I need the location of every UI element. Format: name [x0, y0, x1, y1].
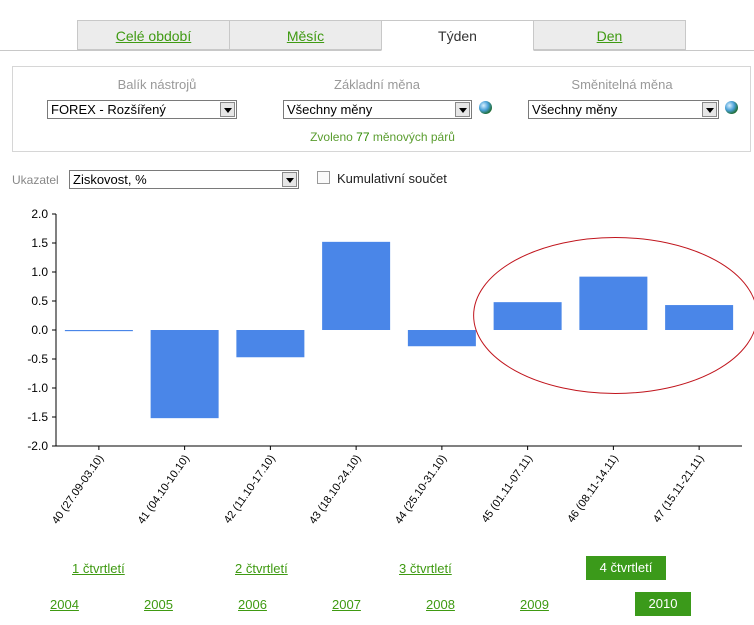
globe-icon[interactable]: [725, 101, 738, 114]
base-currency-select[interactable]: Všechny měny: [283, 100, 472, 119]
indicator-select[interactable]: Ziskovost, %: [69, 170, 299, 189]
x-tick-label: 47 (15.11-21.11): [651, 453, 707, 525]
indicator-select-value: Ziskovost, %: [73, 172, 147, 187]
bar: [579, 276, 648, 330]
base-currency-select-value: Všechny měny: [287, 102, 373, 117]
tabs-divider: [0, 50, 754, 51]
y-tick-label: 0.0: [31, 323, 48, 337]
y-tick-label: 0.5: [31, 294, 48, 308]
indicator-label: Ukazatel: [12, 173, 59, 187]
bar: [236, 330, 305, 358]
quarter-1-link[interactable]: 1 čtvrtletí: [72, 561, 125, 576]
quarter-4-link[interactable]: 4 čtvrtletí: [586, 556, 666, 580]
selected-count: 77: [356, 130, 370, 144]
toolkit-label: Balík nástrojů: [117, 77, 197, 92]
y-tick-label: 2.0: [31, 207, 48, 221]
bar: [665, 305, 734, 330]
x-tick-label: 40 (27.09-03.10): [50, 453, 106, 527]
quarter-2-link[interactable]: 2 čtvrtletí: [235, 561, 288, 576]
profitability-bar-chart: 2.0 1.5 1.0 0.5 0.0 -0.5 -1.0 -1.5 -2.040 (27.09…: [27, 207, 754, 527]
year-2004-link[interactable]: 2004: [50, 597, 79, 612]
x-tick-label: 42 (11.10-17.10): [222, 453, 278, 526]
bar: [150, 330, 219, 419]
cumulative-checkbox[interactable]: [317, 171, 330, 184]
tab-month[interactable]: Měsíc: [229, 20, 382, 50]
x-tick-label: 45 (01.11-07.11): [480, 453, 536, 525]
tab-week[interactable]: Týden: [381, 20, 534, 51]
chevron-down-icon[interactable]: [282, 172, 297, 187]
x-tick-label: 43 (18.10-24.10): [307, 453, 363, 527]
year-2005-link[interactable]: 2005: [144, 597, 173, 612]
toolkit-select-value: FOREX - Rozšířený: [51, 102, 166, 117]
chevron-down-icon[interactable]: [220, 102, 235, 117]
base-currency-label: Základní měna: [334, 77, 420, 92]
bar: [64, 330, 133, 332]
quote-currency-label: Směnitelná měna: [571, 77, 673, 92]
year-2009-link[interactable]: 2009: [520, 597, 549, 612]
y-tick-label: 1.5: [31, 236, 48, 250]
year-2006-link[interactable]: 2006: [238, 597, 267, 612]
selected-suffix: měnových párů: [372, 130, 455, 144]
y-tick-label: -1.5: [27, 410, 48, 424]
tab-day[interactable]: Den: [533, 20, 686, 50]
y-tick-label: -0.5: [27, 352, 48, 366]
filter-panel: Balík nástrojů FOREX - Rozšířený Základn…: [12, 66, 751, 152]
quote-currency-select[interactable]: Všechny měny: [528, 100, 719, 119]
y-tick-label: 1.0: [31, 265, 48, 279]
period-tabs: Celé období Měsíc Týden Den: [0, 20, 754, 51]
x-tick-label: 46 (08.11-14.11): [565, 453, 621, 525]
bar: [493, 302, 562, 330]
tab-whole-period[interactable]: Celé období: [77, 20, 230, 50]
x-tick-label: 44 (25.10-31.10): [393, 453, 449, 527]
selected-prefix: Zvoleno: [310, 130, 353, 144]
chevron-down-icon[interactable]: [455, 102, 470, 117]
x-tick-label: 41 (04.10-10.10): [136, 453, 192, 527]
selected-pairs-info: Zvoleno 77 měnových párů: [13, 130, 752, 144]
chevron-down-icon[interactable]: [702, 102, 717, 117]
bar: [407, 330, 476, 347]
globe-icon[interactable]: [479, 101, 492, 114]
toolkit-select[interactable]: FOREX - Rozšířený: [47, 100, 237, 119]
year-2008-link[interactable]: 2008: [426, 597, 455, 612]
cumulative-label: Kumulativní součet: [337, 171, 447, 186]
year-2007-link[interactable]: 2007: [332, 597, 361, 612]
year-2010-link[interactable]: 2010: [635, 592, 691, 616]
bar: [322, 241, 391, 330]
y-tick-label: -1.0: [27, 381, 48, 395]
quote-currency-select-value: Všechny měny: [532, 102, 618, 117]
quarter-3-link[interactable]: 3 čtvrtletí: [399, 561, 452, 576]
y-tick-label: -2.0: [27, 439, 48, 453]
